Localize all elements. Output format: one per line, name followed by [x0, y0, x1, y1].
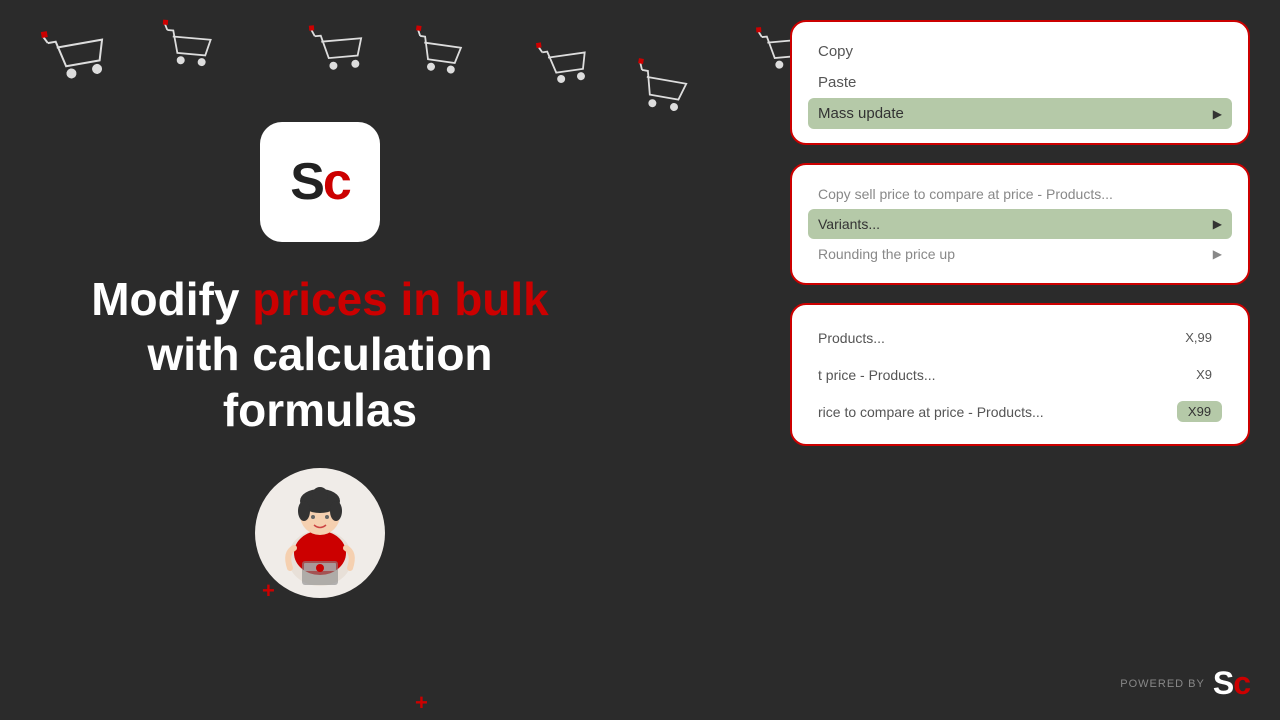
panel-submenu: Copy sell price to compare at price - Pr… [790, 163, 1250, 285]
footer-logo-c: c [1233, 665, 1250, 701]
submenu-item-variants[interactable]: Variants... ▶ [808, 209, 1232, 239]
option-badge-1: X,99 [1175, 327, 1222, 348]
option-label-2: t price - Products... [818, 367, 935, 383]
headline-line1: Modify prices in bulk [91, 272, 549, 327]
arrow-icon-3: ▶ [1213, 247, 1222, 261]
footer-logo-s: S [1213, 665, 1233, 701]
powered-by-text: POWERED BY [1120, 678, 1205, 690]
panel-options: Products... X,99 t price - Products... X… [790, 303, 1250, 446]
plus-2: + [262, 578, 275, 604]
footer: POWERED BY Sc [1120, 665, 1250, 702]
panel-context-menu: Copy Paste Mass update ▶ [790, 20, 1250, 145]
logo-c: c [323, 153, 350, 211]
option-row-2[interactable]: t price - Products... X9 [808, 356, 1232, 393]
option-badge-3: X99 [1177, 401, 1222, 422]
option-badge-2: X9 [1186, 364, 1222, 385]
menu-item-mass-update-label: Mass update [818, 105, 904, 122]
right-panel: Copy Paste Mass update ▶ Copy sell price… [790, 20, 1250, 446]
logo-s: S [290, 153, 323, 211]
option-label-3: rice to compare at price - Products... [818, 404, 1044, 420]
menu-item-copy[interactable]: Copy [808, 36, 1232, 67]
footer-logo: Sc [1213, 665, 1250, 702]
submenu-copy-price-label: Copy sell price to compare at price - Pr… [818, 186, 1113, 202]
submenu-item-rounding[interactable]: Rounding the price up ▶ [808, 239, 1232, 269]
logo-container: Sc [260, 122, 380, 242]
headline-red: prices in bulk [252, 273, 549, 325]
submenu-rounding-label: Rounding the price up [818, 246, 955, 262]
menu-item-mass-update[interactable]: Mass update ▶ [808, 98, 1232, 129]
submenu-item-copy-price[interactable]: Copy sell price to compare at price - Pr… [808, 179, 1232, 209]
person-svg [260, 473, 380, 593]
menu-item-paste[interactable]: Paste [808, 67, 1232, 98]
headline-line2: with calculation [91, 327, 549, 382]
arrow-icon-2: ▶ [1213, 217, 1222, 231]
menu-item-copy-label: Copy [818, 43, 853, 60]
option-row-1[interactable]: Products... X,99 [808, 319, 1232, 356]
plus-3: + [415, 690, 428, 716]
headline-line3: formulas [91, 383, 549, 438]
menu-item-paste-label: Paste [818, 74, 856, 91]
arrow-icon: ▶ [1213, 107, 1222, 121]
submenu-variants-label: Variants... [818, 216, 880, 232]
headline: Modify prices in bulk with calculation f… [91, 272, 549, 438]
left-panel: Sc Modify prices in bulk with calculatio… [0, 0, 640, 720]
option-label-1: Products... [818, 330, 885, 346]
option-row-3[interactable]: rice to compare at price - Products... X… [808, 393, 1232, 430]
person-illustration [255, 468, 385, 598]
logo-text: Sc [290, 152, 350, 212]
